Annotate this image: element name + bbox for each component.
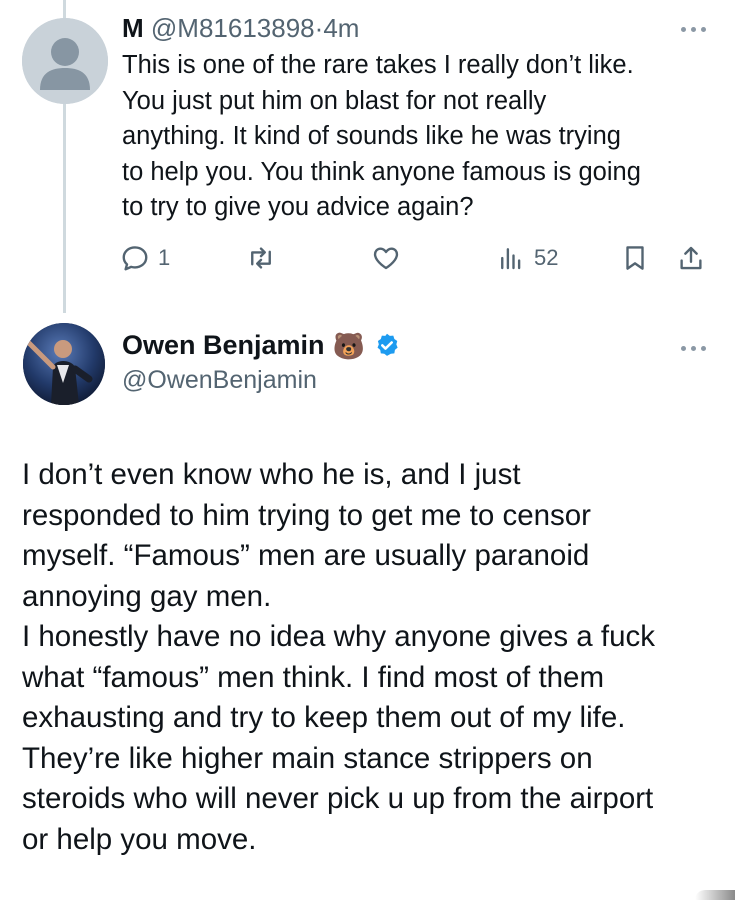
more-options-icon[interactable] <box>681 24 713 34</box>
reply-action-bar: 1 52 <box>0 243 735 277</box>
like-action[interactable] <box>371 243 401 273</box>
retweet-action[interactable] <box>246 243 276 273</box>
reply-text: This is one of the rare takes I really d… <box>122 51 641 221</box>
profile-photo <box>23 323 105 405</box>
views-icon <box>501 248 521 270</box>
default-avatar[interactable] <box>22 18 108 104</box>
reply-author-name[interactable]: M <box>122 13 144 43</box>
reply-header: M @M81613898·4m <box>122 12 359 44</box>
tweet-author-name[interactable]: Owen Benjamin <box>122 330 325 361</box>
bookmark-icon <box>626 246 644 270</box>
share-icon <box>680 246 702 270</box>
separator-dot: · <box>314 13 324 43</box>
person-silhouette-icon <box>22 18 108 104</box>
tweet-author-handle[interactable]: @OwenBenjamin <box>122 366 317 395</box>
comment-icon <box>122 246 148 271</box>
reply-count: 1 <box>158 245 171 270</box>
more-options-icon[interactable] <box>681 343 713 353</box>
screen-corner-shadow <box>695 890 735 900</box>
heart-icon <box>373 247 399 270</box>
tweet-author-row: Owen Benjamin 🐻 <box>122 330 401 361</box>
reply-timestamp[interactable]: 4m <box>323 13 359 43</box>
share-action[interactable] <box>676 243 706 273</box>
views-action[interactable]: 52 <box>496 243 558 273</box>
bookmark-action[interactable] <box>620 243 650 273</box>
owen-benjamin-avatar[interactable] <box>23 323 105 405</box>
retweet-icon <box>251 247 271 269</box>
bear-emoji-icon: 🐻 <box>332 330 365 361</box>
verified-badge-icon <box>373 332 401 360</box>
tweet-text: I don’t even know who he is, and I just … <box>22 458 656 856</box>
views-count: 52 <box>534 245 559 270</box>
reply-author-handle[interactable]: @M81613898 <box>151 13 315 43</box>
reply-action[interactable]: 1 <box>120 243 170 273</box>
